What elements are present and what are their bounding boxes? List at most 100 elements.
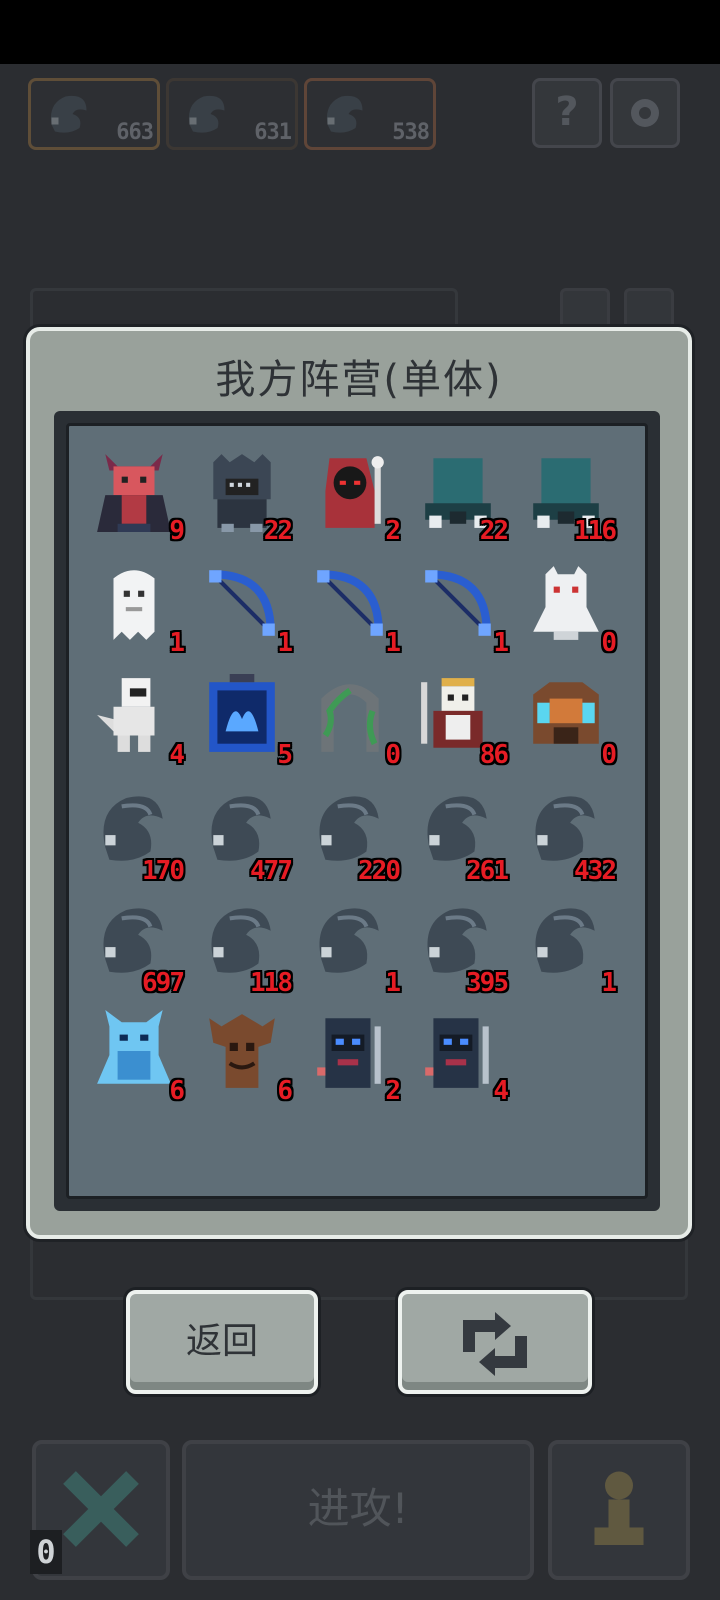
unit-count: 1 [601, 968, 617, 998]
swap-button[interactable] [398, 1290, 592, 1394]
unit-count: 1 [493, 628, 509, 658]
game-screen: { "resources": [ {"icon": "shadow-ghost-… [0, 0, 720, 1600]
unit-slot[interactable]: 477 [197, 786, 293, 886]
unit-slot[interactable]: 86 [413, 670, 509, 770]
unit-slot[interactable]: 5 [197, 670, 293, 770]
resource-slot-2: 631 [166, 78, 298, 150]
status-bar [0, 0, 720, 64]
unit-slot[interactable]: 220 [305, 786, 401, 886]
x-icon [63, 1471, 139, 1547]
resource-slot-3: 538 [304, 78, 436, 150]
unit-slot[interactable]: 0 [521, 670, 617, 770]
beast-rider-icon [533, 682, 599, 744]
attack-button[interactable]: 进攻! [182, 1440, 534, 1580]
white-knight-icon [97, 678, 155, 752]
unit-count: 1 [385, 968, 401, 998]
unit-count: 22 [263, 516, 293, 546]
unit-count: 22 [479, 516, 509, 546]
unit-slot[interactable]: 4 [413, 1006, 509, 1106]
gear-icon [631, 99, 659, 127]
unit-slot[interactable]: 22 [413, 446, 509, 546]
blue-bow-icon [317, 570, 383, 636]
help-button[interactable]: ? [532, 78, 602, 148]
unit-count: 0 [601, 740, 617, 770]
unit-slot[interactable]: 1 [89, 558, 185, 658]
unit-count: 6 [169, 1076, 185, 1106]
unit-slot[interactable]: 2 [305, 446, 401, 546]
unit-slot[interactable]: 9 [89, 446, 185, 546]
unit-slot[interactable]: 1 [305, 558, 401, 658]
white-ghost-icon [113, 570, 155, 640]
unit-count: 395 [466, 968, 509, 998]
background-button [560, 288, 610, 332]
unit-slot[interactable]: 0 [305, 670, 401, 770]
background-panel [30, 288, 458, 332]
unit-grid-frame: 9 22 2 22 116 1 1 1 1 0 4 5 0 86 0 170 477 220 261 432 697 11… [54, 411, 660, 1211]
unit-count: 477 [250, 856, 293, 886]
unit-slot[interactable]: 261 [413, 786, 509, 886]
unit-slot[interactable]: 1 [521, 898, 617, 998]
unit-count: 2 [385, 516, 401, 546]
unit-slot[interactable]: 2 [305, 1006, 401, 1106]
shadow-ghost-icon [326, 95, 363, 133]
unit-slot[interactable]: 1 [305, 898, 401, 998]
unit-slot[interactable]: 170 [89, 786, 185, 886]
unit-count: 697 [142, 968, 185, 998]
back-button[interactable]: 返回 [126, 1290, 318, 1394]
unit-slot[interactable]: 1 [197, 558, 293, 658]
white-yeti-icon [533, 566, 599, 640]
dark-reaper-icon [317, 1018, 381, 1088]
red-mage-icon [325, 456, 384, 528]
blue-bow-icon [209, 570, 275, 636]
modal-title: 我方阵营(单体) [215, 357, 503, 403]
unit-count: 116 [574, 516, 617, 546]
settings-button[interactable] [610, 78, 680, 148]
vine-arch-icon [321, 684, 379, 752]
unit-count: 86 [479, 740, 509, 770]
unit-slot[interactable]: 0 [521, 558, 617, 658]
resource-count: 631 [254, 120, 292, 145]
unit-slot[interactable]: 6 [197, 1006, 293, 1106]
unit-count: 1 [385, 628, 401, 658]
unit-count: 1 [277, 628, 293, 658]
shadow-ghost-icon [188, 95, 225, 133]
team-modal: 我方阵营(单体) 9 22 2 22 116 1 1 1 1 0 4 5 0 86 0 170 477 220 26… [26, 327, 692, 1239]
zero-badge: 0 [30, 1530, 62, 1574]
dark-reaper-icon [425, 1018, 489, 1088]
unit-slot[interactable]: 697 [89, 898, 185, 998]
unit-count: 118 [250, 968, 293, 998]
unit-count: 220 [358, 856, 401, 886]
attack-label: 进攻! [307, 1484, 409, 1533]
shadow-ghost-icon [50, 95, 87, 133]
unit-slot[interactable]: 1 [413, 558, 509, 658]
unit-slot[interactable]: 395 [413, 898, 509, 998]
red-demon-icon [97, 454, 171, 532]
unit-count: 1 [169, 628, 185, 658]
unit-count: 0 [385, 740, 401, 770]
resource-count: 663 [116, 120, 154, 145]
unit-grid: 9 22 2 22 116 1 1 1 1 0 4 5 0 86 0 170 477 220 261 432 697 11… [66, 423, 648, 1199]
shadow-ghost-icon [319, 908, 379, 973]
tree-ent-icon [209, 1014, 275, 1088]
unit-count: 5 [277, 740, 293, 770]
unit-slot[interactable]: 432 [521, 786, 617, 886]
unit-slot[interactable]: 4 [89, 670, 185, 770]
pawn-button[interactable] [548, 1440, 690, 1580]
unit-count: 4 [169, 740, 185, 770]
unit-count: 6 [277, 1076, 293, 1106]
blue-cage-icon [209, 674, 275, 752]
blue-bow-icon [425, 570, 491, 636]
unit-slot[interactable]: 6 [89, 1006, 185, 1106]
help-label: ? [555, 89, 579, 135]
resource-slot-1: 663 [28, 78, 160, 150]
resource-count: 538 [392, 120, 430, 145]
pawn-icon [594, 1471, 644, 1545]
unit-slot[interactable]: 22 [197, 446, 293, 546]
unit-slot[interactable]: 116 [521, 446, 617, 546]
unit-count: 261 [466, 856, 509, 886]
unit-count: 0 [601, 628, 617, 658]
unit-slot[interactable]: 118 [197, 898, 293, 998]
background-button [624, 288, 674, 332]
unit-count: 170 [142, 856, 185, 886]
ice-demon-icon [97, 1010, 171, 1084]
